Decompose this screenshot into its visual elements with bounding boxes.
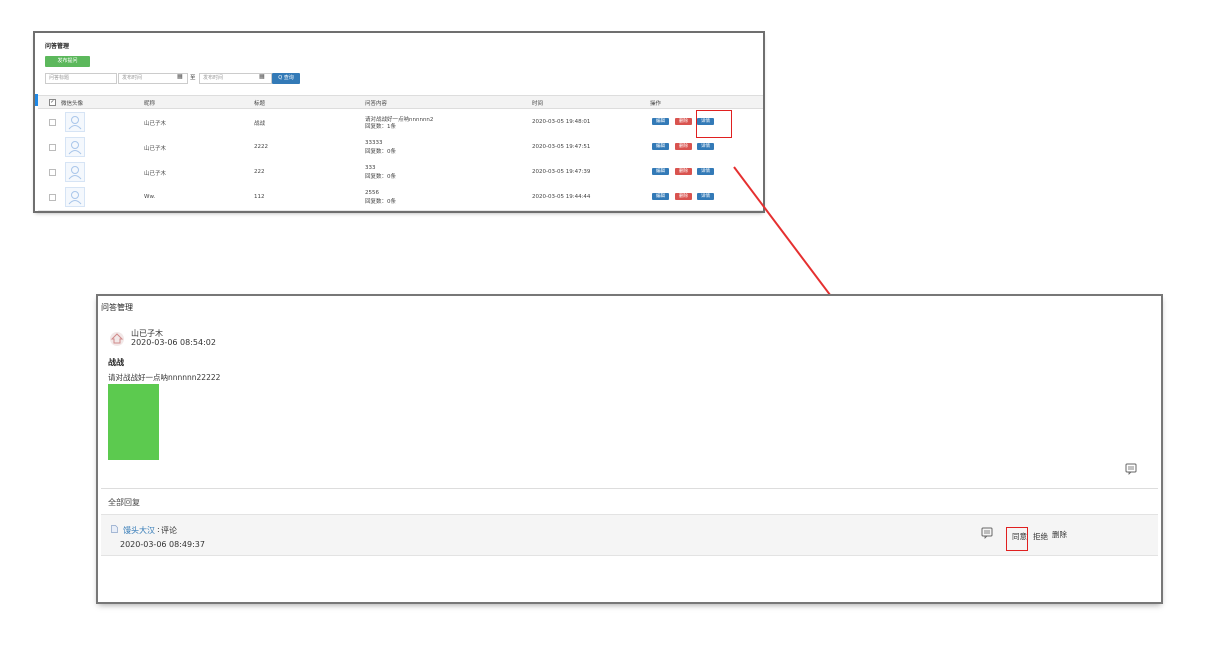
nickname-cell: Ww. bbox=[144, 194, 156, 200]
table-row: 山已子木 战战 请对战战好一点呐nnnnnn2 回复数：1条 2020-03-0… bbox=[38, 110, 763, 136]
avatar-placeholder-icon bbox=[65, 162, 85, 182]
detail-button[interactable]: 详情 bbox=[697, 193, 714, 200]
edit-button[interactable]: 编辑 bbox=[652, 193, 669, 200]
nickname-cell: 山已子木 bbox=[144, 171, 167, 177]
date-range-to-label: 至 bbox=[190, 75, 196, 81]
avatar bbox=[110, 332, 124, 346]
time-cell: 2020-03-05 19:47:51 bbox=[532, 144, 591, 150]
reply-author-link[interactable]: 馒头大汉 bbox=[123, 525, 155, 536]
title-search-input[interactable]: 问答标题 bbox=[45, 73, 117, 84]
question-content: 请对战战好一点呐nnnnnn22222 bbox=[108, 373, 221, 382]
content-cell: 2556 bbox=[365, 190, 379, 196]
title-cell: 222 bbox=[254, 169, 265, 175]
reject-button[interactable]: 拒绝 bbox=[1033, 531, 1048, 542]
reply-count: 回复数：0条 bbox=[365, 199, 396, 205]
title-cell: 112 bbox=[254, 194, 265, 200]
nickname-cell: 山已子木 bbox=[144, 121, 167, 127]
table-row: 山已子木 2222 33333 回复数：0条 2020-03-05 19:47:… bbox=[38, 135, 763, 161]
list-view-screenshot: 问答管理 发布提问 问答标题 发布时间 ▦ 至 发布时间 ▦ Q 查询 ✓ 微信… bbox=[35, 33, 763, 211]
table-header: ✓ 微信头像 昵称 标题 问答内容 时间 操作 bbox=[38, 95, 763, 109]
avatar-placeholder-icon bbox=[65, 112, 85, 132]
content-cell: 33333 bbox=[365, 140, 383, 146]
time-cell: 2020-03-05 19:47:39 bbox=[532, 169, 591, 175]
time-cell: 2020-03-05 19:48:01 bbox=[532, 119, 591, 125]
calendar-icon[interactable]: ▦ bbox=[259, 73, 265, 80]
title-cell: 2222 bbox=[254, 144, 268, 150]
reply-count: 回复数：0条 bbox=[365, 174, 396, 180]
row-checkbox[interactable] bbox=[49, 144, 56, 151]
delete-reply-button[interactable]: 删除 bbox=[1052, 529, 1067, 540]
question-image bbox=[108, 384, 159, 460]
column-header: 昵称 bbox=[144, 101, 156, 107]
detail-button[interactable]: 详情 bbox=[697, 143, 714, 150]
avatar-placeholder-icon bbox=[65, 187, 85, 207]
table-row: Ww. 112 2556 回复数：0条 2020-03-05 19:44:44 … bbox=[38, 185, 763, 211]
select-all-checkbox[interactable]: ✓ bbox=[49, 99, 56, 106]
reply-count: 回复数：1条 bbox=[365, 124, 396, 130]
reply-item: 馒头大汉 : 评论 2020-03-06 08:49:37 同意 拒绝 删除 bbox=[101, 514, 1158, 556]
delete-button[interactable]: 删除 bbox=[675, 168, 692, 175]
delete-button[interactable]: 删除 bbox=[675, 143, 692, 150]
question-time: 2020-03-06 08:54:02 bbox=[131, 338, 216, 347]
nickname-cell: 山已子木 bbox=[144, 146, 167, 152]
reply-separator: : bbox=[157, 525, 160, 534]
highlight-box bbox=[1006, 527, 1028, 551]
column-header: 问答内容 bbox=[365, 101, 388, 107]
column-header: 微信头像 bbox=[61, 101, 84, 107]
publish-question-button[interactable]: 发布提问 bbox=[45, 56, 90, 67]
row-checkbox[interactable] bbox=[49, 194, 56, 201]
comment-icon[interactable] bbox=[1125, 463, 1137, 475]
title-cell: 战战 bbox=[254, 121, 266, 127]
divider bbox=[101, 488, 1158, 489]
column-header: 操作 bbox=[650, 101, 662, 107]
question-title: 战战 bbox=[108, 358, 124, 367]
time-cell: 2020-03-05 19:44:44 bbox=[532, 194, 591, 200]
calendar-icon[interactable]: ▦ bbox=[177, 73, 183, 80]
content-cell: 333 bbox=[365, 165, 376, 171]
edit-button[interactable]: 编辑 bbox=[652, 168, 669, 175]
column-header: 标题 bbox=[254, 101, 266, 107]
page-title: 问答管理 bbox=[101, 303, 133, 312]
detail-button[interactable]: 详情 bbox=[697, 168, 714, 175]
all-replies-label: 全部回复 bbox=[108, 498, 140, 507]
row-checkbox[interactable] bbox=[49, 169, 56, 176]
page-title: 问答管理 bbox=[45, 43, 70, 50]
edit-button[interactable]: 编辑 bbox=[652, 143, 669, 150]
delete-button[interactable]: 删除 bbox=[675, 118, 692, 125]
edit-button[interactable]: 编辑 bbox=[652, 118, 669, 125]
avatar-placeholder-icon bbox=[65, 137, 85, 157]
column-header: 时间 bbox=[532, 101, 544, 107]
reply-count: 回复数：0条 bbox=[365, 149, 396, 155]
reply-time: 2020-03-06 08:49:37 bbox=[120, 540, 205, 549]
highlight-box bbox=[696, 110, 732, 138]
delete-button[interactable]: 删除 bbox=[675, 193, 692, 200]
file-icon bbox=[111, 525, 118, 533]
comment-icon[interactable] bbox=[981, 527, 993, 539]
table-row: 山已子木 222 333 回复数：0条 2020-03-05 19:47:39 … bbox=[38, 160, 763, 186]
reply-text: 评论 bbox=[161, 526, 177, 535]
search-button[interactable]: Q 查询 bbox=[272, 73, 300, 84]
detail-view-screenshot: 问答管理 山已子木 2020-03-06 08:54:02 战战 请对战战好一点… bbox=[98, 296, 1161, 602]
row-checkbox[interactable] bbox=[49, 119, 56, 126]
